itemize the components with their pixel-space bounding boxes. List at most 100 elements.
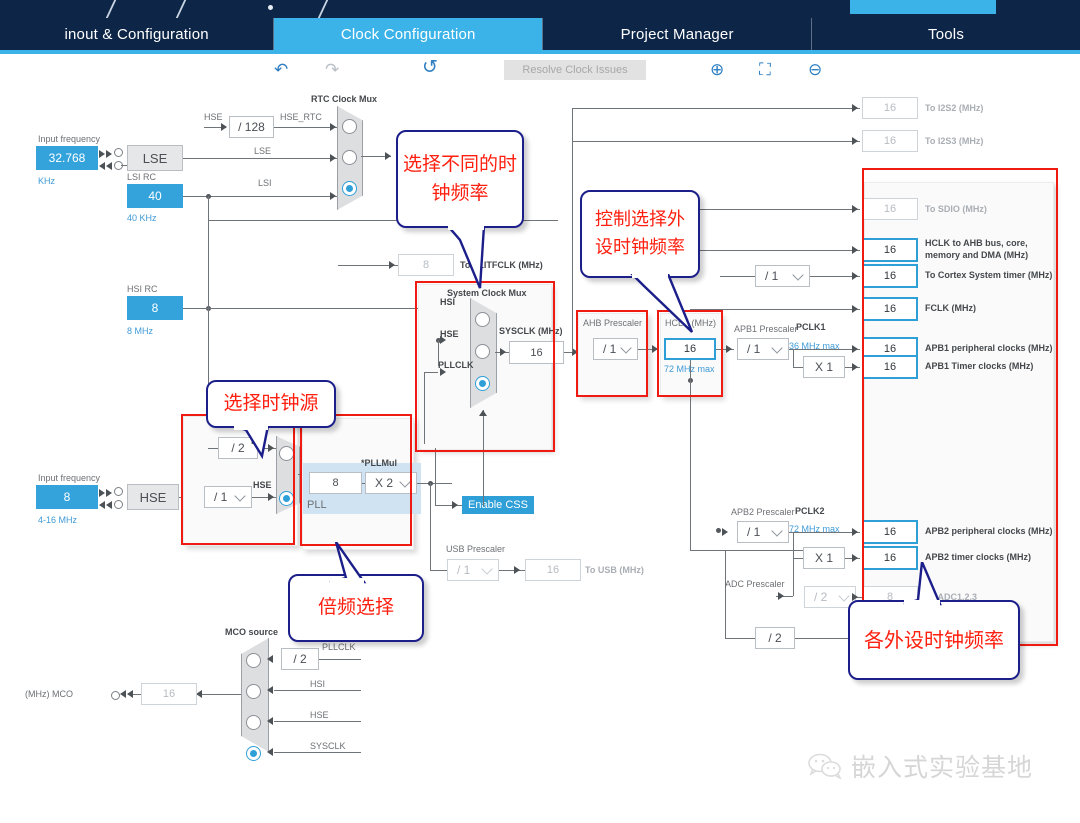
mco-radio-hsi[interactable] — [246, 684, 261, 699]
hsi-branch-up — [208, 218, 209, 308]
usb-out-label: To USB (MHz) — [585, 565, 644, 575]
out-arrow-hclk-ahb — [852, 246, 858, 254]
apb1-prescaler-label: APB1 Prescaler — [734, 324, 798, 334]
rtc-mux-out-arrow — [385, 152, 391, 160]
usb-prescaler-label: USB Prescaler — [446, 544, 506, 554]
out-arrow-cortex — [852, 272, 858, 280]
hse-rtc-out-label: HSE_RTC — [280, 112, 322, 122]
lsi-value-field: 40 — [127, 184, 183, 208]
chevron-down-icon — [838, 590, 850, 602]
zoom-in-icon[interactable]: ⊕ — [710, 60, 724, 80]
mco-input-sysclk-label: SYSCLK — [310, 741, 346, 751]
callout-pll-multiplier: 倍频选择 — [288, 574, 424, 642]
callout-clock-source: 选择时钟源 — [206, 380, 336, 428]
apb1-timer-in-wire — [793, 367, 803, 368]
lse-unit-label: KHz — [38, 176, 56, 186]
apb2-timer-in-wire — [793, 558, 803, 559]
fit-to-screen-icon[interactable]: ⛶ — [759, 60, 771, 80]
out-arrow-sdio-top — [852, 205, 858, 213]
hse-enable-button[interactable]: HSE — [127, 484, 179, 510]
lse-out-arrow-2 — [106, 162, 112, 170]
callout-rtc-mux-line2: 钟频率 — [431, 182, 489, 204]
mco-input-hsi-label: HSI — [310, 679, 326, 689]
usb-prescaler-select[interactable]: / 1 — [447, 559, 499, 581]
mco-out-wire — [196, 694, 241, 695]
apb1-prescaler-select[interactable]: / 1 — [737, 338, 789, 360]
mco-radio-hse[interactable] — [246, 715, 261, 730]
usb-prescaler-out-wire — [499, 570, 525, 571]
hsi-value-field: 8 — [127, 296, 183, 320]
mco-sysclk-arrow — [267, 748, 273, 756]
zoom-out-icon[interactable]: ⊖ — [808, 60, 822, 80]
watermark-text: 嵌入式实验基地 — [851, 753, 1034, 782]
rtc-mux-input-lse-label: LSE — [254, 146, 272, 156]
hse-terminal-top[interactable] — [114, 487, 123, 496]
usb-prescaler-in-wire — [430, 570, 447, 571]
rtc-mux-radio-lse[interactable] — [342, 150, 357, 165]
out-arrow-apb2-timer — [852, 554, 858, 562]
lse-out-arrow-1 — [99, 162, 105, 170]
hsi-unit-label: 8 MHz — [127, 326, 154, 336]
mco-radio-sysclk[interactable] — [246, 746, 261, 761]
tab-clock-configuration[interactable]: Clock Configuration — [274, 18, 544, 50]
rtc-clock-mux-title: RTC Clock Mux — [311, 94, 378, 104]
hse-input-frequency-label: Input frequency — [38, 473, 101, 483]
watermark: 嵌入式实验基地 — [808, 748, 1033, 784]
lse-to-mux-wire — [183, 158, 338, 159]
i2s2-wire — [572, 108, 860, 109]
lse-in-arrow-2 — [106, 150, 112, 158]
lse-enable-button[interactable]: LSE — [127, 145, 183, 171]
tab-tools[interactable]: Tools — [812, 18, 1080, 50]
out-arrow-i2s2 — [852, 104, 858, 112]
mco-hse-wire — [274, 721, 361, 722]
pll-out-wire — [417, 483, 452, 484]
apb2-prescaler-value: / 1 — [747, 525, 761, 539]
output-label-i2s3: To I2S3 (MHz) — [925, 136, 984, 146]
callout-peripheral-outputs: 各外设时钟频率 — [848, 600, 1020, 680]
css-in-arrow — [452, 501, 458, 509]
tab-pinout-configuration[interactable]: inout & Configuration — [0, 18, 275, 50]
mco-hse-arrow — [267, 717, 273, 725]
css-feedback-vert — [435, 448, 436, 505]
lsi-mux-arrow — [330, 192, 336, 200]
cortex-prescaler-select[interactable]: / 1 — [755, 265, 810, 287]
hse-rtc-out-wire — [274, 127, 338, 128]
lse-terminal-top[interactable] — [114, 148, 123, 157]
rtc-mux-radio-hse-rtc[interactable] — [342, 119, 357, 134]
rtc-mux-input-lsi-label: LSI — [258, 178, 272, 188]
header-slash-3 — [317, 0, 329, 18]
lse-input-frequency-field[interactable]: 32.768 — [36, 146, 98, 170]
header-slash-1 — [105, 0, 117, 18]
highlight-system-clock-mux — [415, 281, 555, 452]
callout-peripheral-tail — [630, 274, 694, 333]
hse-input-frequency-field[interactable]: 8 — [36, 485, 98, 509]
pclk1-to-timer-wire — [793, 349, 794, 367]
header-action-button[interactable] — [850, 0, 996, 14]
hse-terminal-bottom[interactable] — [114, 500, 123, 509]
pclk1-label: PCLK1 — [796, 322, 826, 332]
out-arrow-apb1-periph — [852, 345, 858, 353]
mco-terminal[interactable] — [111, 691, 120, 700]
apb2-prescaler-select[interactable]: / 1 — [737, 521, 789, 543]
apb2-in-junction — [716, 528, 721, 533]
undo-icon[interactable]: ↶ — [274, 60, 288, 80]
resolve-clock-issues-button[interactable]: Resolve Clock Issues — [504, 60, 646, 80]
redo-icon[interactable]: ↷ — [325, 60, 339, 80]
callout-peripheral-outputs-tail — [903, 562, 942, 606]
out-arrow-i2s3 — [852, 137, 858, 145]
reset-icon[interactable]: ↺ — [422, 58, 438, 78]
hclk-ahbbus-wire — [690, 250, 860, 251]
rtc-mux-radio-lsi[interactable] — [342, 181, 357, 196]
adc-branch-vert — [793, 558, 794, 596]
enable-css-button[interactable]: Enable CSS — [462, 496, 534, 514]
callout-rtc-mux-line1: 选择不同的时 — [402, 152, 517, 175]
output-value-i2s3: 16 — [862, 130, 918, 152]
tab-project-manager[interactable]: Project Manager — [543, 18, 813, 50]
lsi-title: LSI RC — [127, 172, 157, 182]
callout-pll-multiplier-text: 倍频选择 — [317, 596, 394, 619]
cortex-prescaler-value: / 1 — [765, 269, 779, 283]
mco-pllclk-arrow — [267, 655, 273, 663]
output-value-i2s2: 16 — [862, 97, 918, 119]
mco-radio-pllclk[interactable] — [246, 653, 261, 668]
pclk2-out-wire — [789, 532, 860, 533]
